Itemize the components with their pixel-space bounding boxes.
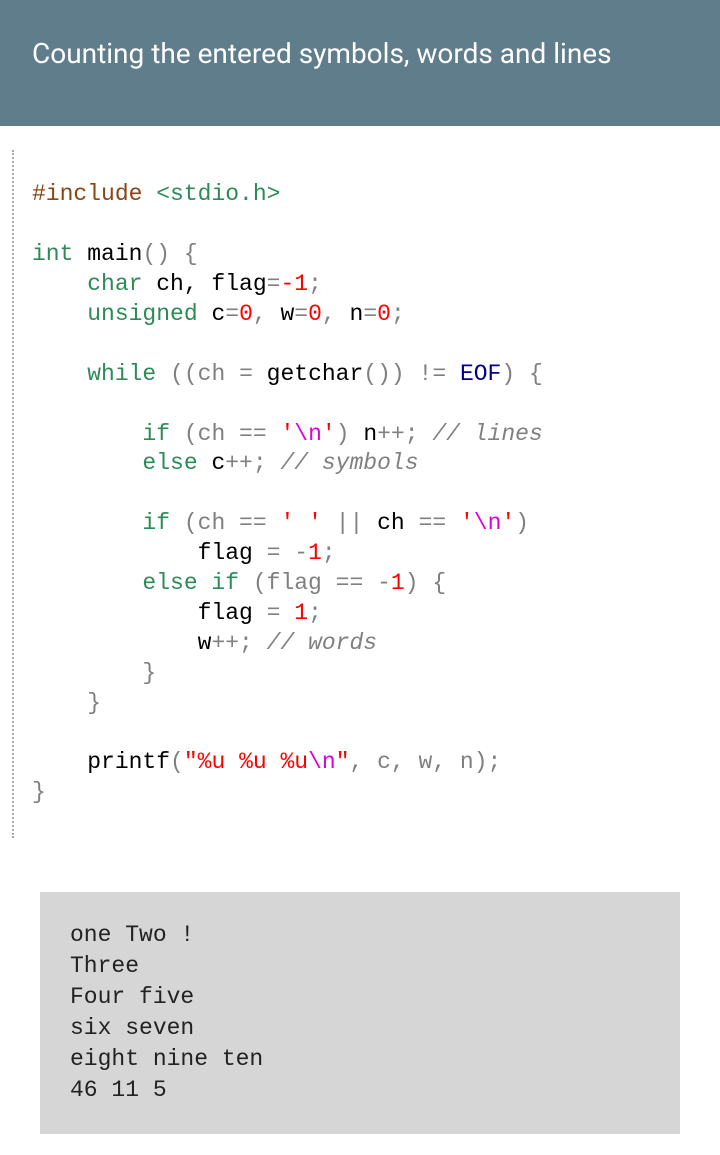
- op-eq: =: [294, 301, 308, 327]
- op-semi: ;: [308, 271, 322, 297]
- page-header: Counting the entered symbols, words and …: [0, 0, 720, 126]
- printf-open: (: [170, 749, 184, 775]
- op-eq: =: [267, 540, 295, 566]
- char-quote: ': [322, 421, 336, 447]
- var-ch: ch: [377, 510, 418, 536]
- close-brace: }: [32, 779, 46, 805]
- kw-if: if: [32, 510, 170, 536]
- fn-getchar: getchar: [267, 361, 364, 387]
- kw-else: else: [32, 450, 198, 476]
- var-c: c: [198, 450, 226, 476]
- code-block: #include <stdio.h> int main() { char ch,…: [12, 150, 720, 838]
- op-eq: =: [225, 301, 239, 327]
- const-eof: EOF: [460, 361, 501, 387]
- op-semi: ;: [391, 301, 405, 327]
- char-space: ' ': [280, 510, 321, 536]
- kw-if: if: [32, 421, 170, 447]
- close-brace: }: [32, 690, 101, 716]
- output-line: Three: [70, 953, 139, 979]
- comment-lines: // lines: [432, 421, 542, 447]
- op-semi: ;: [322, 540, 336, 566]
- esc-newline: \n: [474, 510, 502, 536]
- char-quote: ': [280, 421, 294, 447]
- var-flag: flag: [32, 600, 267, 626]
- op-comma: ,: [322, 301, 350, 327]
- num-neg1: -1: [280, 271, 308, 297]
- output-line: Four five: [70, 984, 194, 1010]
- getchar-call: ()): [363, 361, 418, 387]
- printf-args: , c, w, n);: [350, 749, 502, 775]
- var-n: n: [350, 301, 364, 327]
- kw-else-if: else if: [32, 570, 239, 596]
- page-title: Counting the entered symbols, words and …: [32, 37, 612, 70]
- hdr-close: >: [267, 181, 281, 207]
- op-pp: ++;: [225, 450, 280, 476]
- var-w: w: [32, 630, 211, 656]
- char-quote: ': [501, 510, 515, 536]
- esc-newline: \n: [308, 749, 336, 775]
- op-eq: =: [239, 361, 267, 387]
- output-line: eight nine ten: [70, 1046, 263, 1072]
- output-block: one Two ! Three Four five six seven eigh…: [40, 892, 680, 1134]
- op-eqeq: ==: [336, 570, 377, 596]
- op-neg: -: [294, 540, 308, 566]
- num-1: 1: [294, 600, 308, 626]
- op-eq: =: [267, 271, 281, 297]
- if-open: (ch: [170, 510, 239, 536]
- while-open: ((ch: [156, 361, 239, 387]
- cpp-include: #include: [32, 181, 142, 207]
- comment-words: // words: [267, 630, 377, 656]
- op-eqeq: ==: [239, 421, 280, 447]
- str-fmt: %u %u %u: [198, 749, 308, 775]
- var-flag: flag: [32, 540, 267, 566]
- kw-char: char: [32, 271, 142, 297]
- elseif-close: ) {: [405, 570, 446, 596]
- output-line: 46 11 5: [70, 1077, 167, 1103]
- op-eqeq: ==: [239, 510, 280, 536]
- var-w: w: [280, 301, 294, 327]
- op-neq: !=: [419, 361, 460, 387]
- op-neg: -: [377, 570, 391, 596]
- char-quote: ': [460, 510, 474, 536]
- main-parens: () {: [142, 241, 197, 267]
- kw-while: while: [32, 361, 156, 387]
- if-close: ): [515, 510, 529, 536]
- esc-newline: \n: [294, 421, 322, 447]
- var-c: c: [198, 301, 226, 327]
- num-0: 0: [377, 301, 391, 327]
- op-pp: ++;: [211, 630, 266, 656]
- op-pp: ++;: [377, 421, 432, 447]
- kw-unsigned: unsigned: [32, 301, 198, 327]
- op-eqeq: ==: [419, 510, 460, 536]
- op-or: ||: [322, 510, 377, 536]
- op-semi: ;: [308, 600, 322, 626]
- op-eq: =: [267, 600, 295, 626]
- str-quote: ": [184, 749, 198, 775]
- fn-main: main: [73, 241, 142, 267]
- op-comma: ,: [253, 301, 281, 327]
- output-line: one Two !: [70, 922, 194, 948]
- comment-symbols: // symbols: [280, 450, 418, 476]
- close-brace: }: [32, 660, 156, 686]
- if-close: ): [336, 421, 364, 447]
- num-0: 0: [308, 301, 322, 327]
- num-1: 1: [391, 570, 405, 596]
- fn-printf: printf: [32, 749, 170, 775]
- num-0: 0: [239, 301, 253, 327]
- op-eq: =: [363, 301, 377, 327]
- hdr-open: <: [142, 181, 170, 207]
- output-line: six seven: [70, 1015, 194, 1041]
- str-quote: ": [336, 749, 350, 775]
- var-n: n: [363, 421, 377, 447]
- hdr-name: stdio.h: [170, 181, 267, 207]
- elseif-open: (flag: [239, 570, 336, 596]
- kw-int: int: [32, 241, 73, 267]
- num-1: 1: [308, 540, 322, 566]
- vars-ch-flag: ch, flag: [142, 271, 266, 297]
- while-close: ) {: [501, 361, 542, 387]
- if-open: (ch: [170, 421, 239, 447]
